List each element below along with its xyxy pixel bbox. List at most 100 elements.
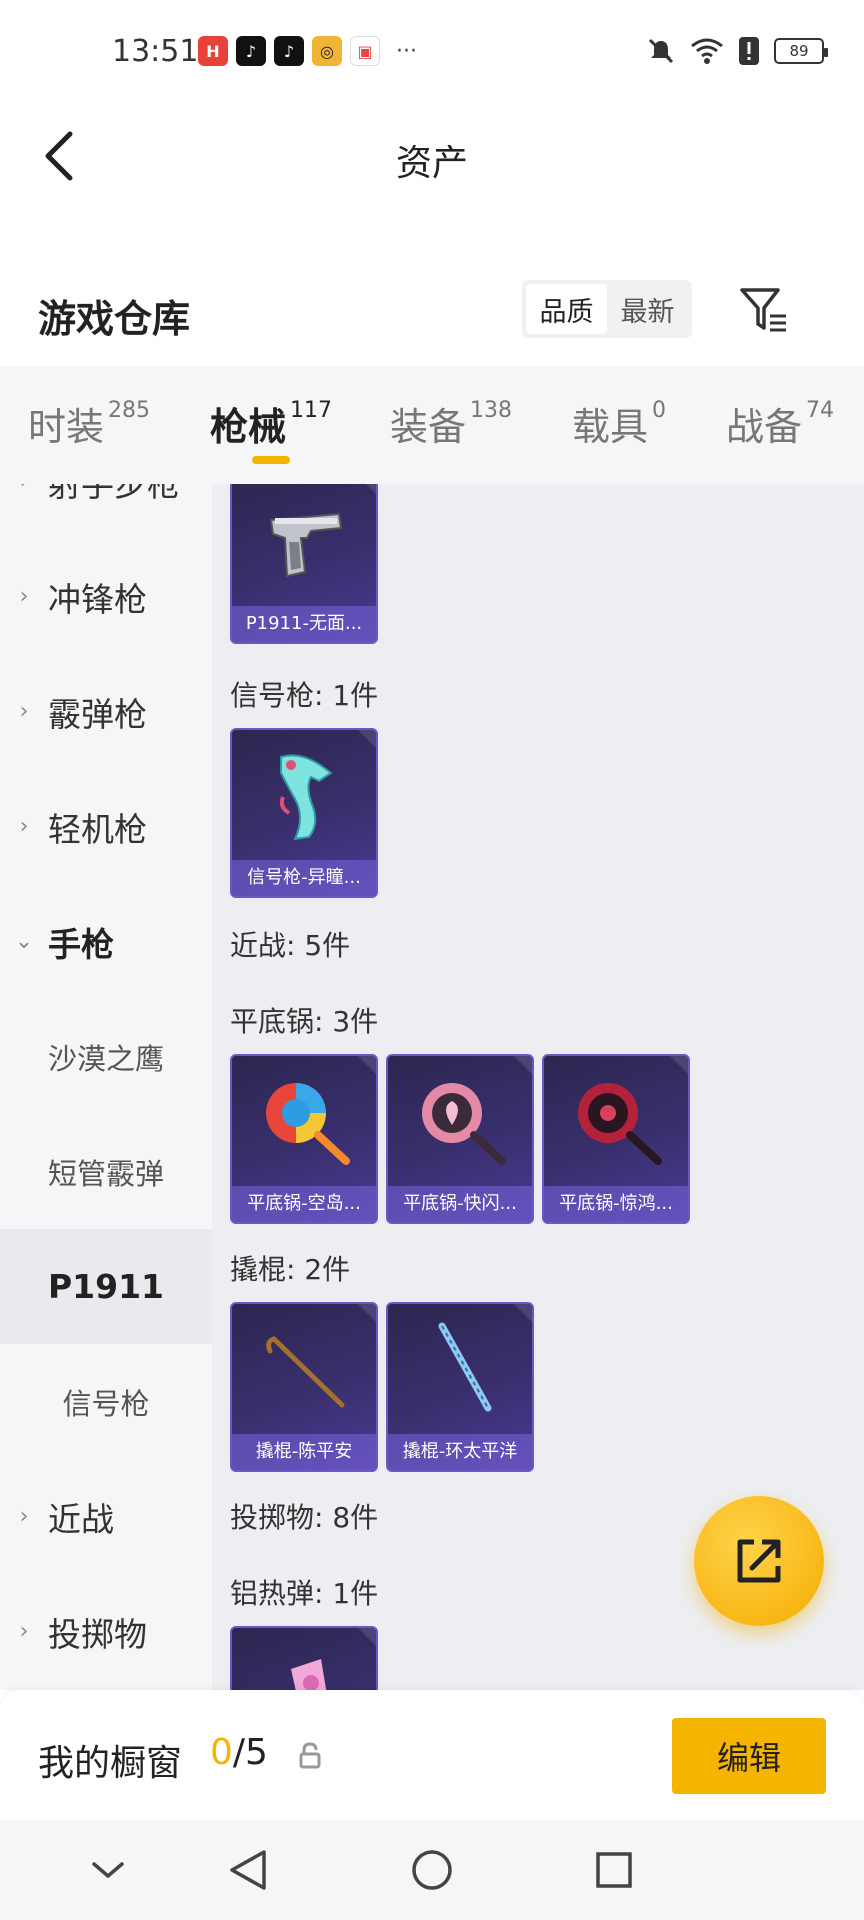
- sidebar-item-label: P1911: [47, 1267, 165, 1306]
- tab-firearms[interactable]: 枪械 117: [210, 396, 332, 451]
- more-notifications-icon: ···: [396, 38, 417, 64]
- tab-count: 0: [652, 398, 667, 423]
- mute-bell-icon: [648, 38, 674, 64]
- square-recents-icon: [596, 1852, 632, 1888]
- tiktok-icon: ♪: [274, 36, 304, 66]
- section-label-throwables: 投掷物: 8件: [230, 1501, 379, 1534]
- sidebar-item-label: 霰弹枪: [48, 694, 147, 734]
- system-status: 89: [646, 36, 828, 66]
- sidebar-item-smg[interactable]: › 冲锋枪: [0, 539, 212, 654]
- chevron-right-icon: ›: [19, 814, 29, 839]
- showcase-count: 0/5: [210, 1732, 268, 1773]
- sidebar-item-throwables[interactable]: › 投掷物: [0, 1574, 212, 1689]
- sidebar-item-label: 短管霰弹: [47, 1156, 164, 1191]
- sort-newest-option[interactable]: 最新: [607, 284, 688, 334]
- section-label-pan: 平底锅: 3件: [230, 1005, 379, 1038]
- sidebar-item-melee[interactable]: › 近战: [0, 1459, 212, 1574]
- category-tabs: 时装 285 枪械 117 装备 138 载具 0 战备 74: [0, 366, 864, 484]
- active-tab-indicator: [252, 456, 290, 464]
- item-card-crowbar-2[interactable]: 撬棍-环太平洋: [386, 1302, 534, 1472]
- tab-equipment[interactable]: 装备 138: [390, 396, 512, 451]
- sidebar-subitem-flare-gun[interactable]: 信号枪: [0, 1344, 212, 1459]
- system-nav-bar: [0, 1820, 864, 1920]
- section-label-thermite: 铝热弹: 1件: [230, 1577, 379, 1610]
- filter-button[interactable]: [738, 284, 790, 336]
- nav-home-button[interactable]: [404, 1842, 460, 1898]
- item-card-flare-gun[interactable]: 信号枪-异瞳...: [230, 728, 378, 898]
- subcategory-sidebar: › 射手步枪 › 冲锋枪 › 霰弹枪 › 轻机枪 ⌄ 手枪 沙漠之鹰 短管霰弹 …: [0, 484, 212, 1690]
- sort-quality-option[interactable]: 品质: [526, 284, 607, 334]
- nav-back-button[interactable]: [220, 1842, 276, 1898]
- thermite-grenade-icon: [232, 1628, 376, 1690]
- sidebar-subitem-p1911[interactable]: P1911: [0, 1229, 212, 1344]
- sidebar-item-label: 冲锋枪: [48, 579, 147, 619]
- flare-gun-icon: [232, 730, 376, 864]
- circle-home-icon: [412, 1850, 452, 1890]
- item-card-crowbar-1[interactable]: 撬棍-陈平安: [230, 1302, 378, 1472]
- tab-tactical[interactable]: 战备 74: [726, 396, 834, 451]
- item-card-pan-3[interactable]: 平底锅-惊鸿...: [542, 1054, 690, 1224]
- nav-recents-button[interactable]: [586, 1842, 642, 1898]
- alert-icon: [739, 37, 759, 65]
- chevron-right-icon: ›: [19, 584, 29, 609]
- sidebar-subitem-desert-eagle[interactable]: 沙漠之鹰: [0, 999, 212, 1114]
- triangle-back-icon: [230, 1850, 266, 1890]
- item-card-pan-2[interactable]: 平底锅-快闪...: [386, 1054, 534, 1224]
- pistol-icon: [232, 484, 376, 610]
- huawei-app-icon: H: [198, 36, 228, 66]
- item-card-name: 平底锅-空岛...: [232, 1186, 376, 1222]
- pan-icon: [388, 1056, 532, 1190]
- item-card-p1911[interactable]: P1911-无面...: [230, 484, 378, 644]
- notification-icons: H ♪ ♪ ◎ ▣ ···: [198, 36, 417, 66]
- sidebar-subitem-sawed-off[interactable]: 短管霰弹: [0, 1114, 212, 1229]
- tab-fashion[interactable]: 时装 285: [28, 396, 150, 451]
- tab-label: 战备: [726, 405, 803, 449]
- chevron-right-icon: ›: [0, 484, 48, 494]
- tab-label: 装备: [390, 405, 467, 449]
- section-label-melee: 近战: 5件: [230, 929, 351, 962]
- crowbar-icon: [232, 1304, 376, 1438]
- warehouse-title: 游戏仓库: [38, 297, 191, 341]
- section-label-crowbar: 撬棍: 2件: [230, 1253, 351, 1286]
- sidebar-item-marksman-rifle[interactable]: › 射手步枪: [0, 484, 212, 539]
- item-card-thermite[interactable]: [230, 1626, 378, 1690]
- sidebar-item-label: 射手步枪: [48, 484, 180, 504]
- tiktok-icon: ♪: [236, 36, 266, 66]
- sort-toggle: 品质 最新: [522, 280, 692, 338]
- item-card-name: 信号枪-异瞳...: [232, 860, 376, 896]
- tab-vehicles[interactable]: 载具 0: [572, 396, 666, 451]
- lock-icon: [299, 1742, 321, 1769]
- pan-icon: [544, 1056, 688, 1190]
- tab-count: 74: [806, 398, 835, 423]
- tab-count: 138: [470, 398, 513, 423]
- sidebar-item-label: 信号枪: [62, 1386, 150, 1421]
- chevron-down-icon: [92, 1862, 124, 1878]
- share-export-icon: [737, 1539, 781, 1583]
- sidebar-item-pistol[interactable]: ⌄ 手枪: [0, 884, 212, 999]
- page-title: 资产: [395, 143, 468, 184]
- showcase-count-current: 0: [210, 1732, 233, 1773]
- gift-box-icon: ▣: [350, 36, 380, 66]
- battery-level: 89: [789, 42, 809, 60]
- showcase-count-total: /5: [232, 1732, 268, 1773]
- app-header: 资产: [0, 104, 864, 204]
- status-bar: 13:51 H ♪ ♪ ◎ ▣ ··· 89: [0, 0, 864, 104]
- share-fab-button[interactable]: [694, 1496, 824, 1626]
- sidebar-item-lmg[interactable]: › 轻机枪: [0, 769, 212, 884]
- item-card-name: 平底锅-惊鸿...: [544, 1186, 688, 1222]
- showcase-title: 我的橱窗: [38, 1743, 183, 1784]
- sidebar-item-shotgun[interactable]: › 霰弹枪: [0, 654, 212, 769]
- edit-button[interactable]: 编辑: [672, 1718, 826, 1794]
- chevron-right-icon: ›: [19, 1619, 29, 1644]
- item-card-name: 平底锅-快闪...: [388, 1186, 532, 1222]
- status-time: 13:51: [112, 34, 199, 69]
- item-card-name: 撬棍-环太平洋: [388, 1434, 532, 1470]
- chevron-down-icon: ⌄: [14, 929, 34, 954]
- pan-icon: [232, 1056, 376, 1190]
- sidebar-item-label: 近战: [48, 1499, 114, 1539]
- item-card-pan-1[interactable]: 平底锅-空岛...: [230, 1054, 378, 1224]
- tab-label: 时装: [28, 405, 105, 449]
- nav-hide-button[interactable]: [80, 1842, 136, 1898]
- chevron-right-icon: ›: [19, 699, 29, 724]
- wifi-icon: [691, 38, 723, 64]
